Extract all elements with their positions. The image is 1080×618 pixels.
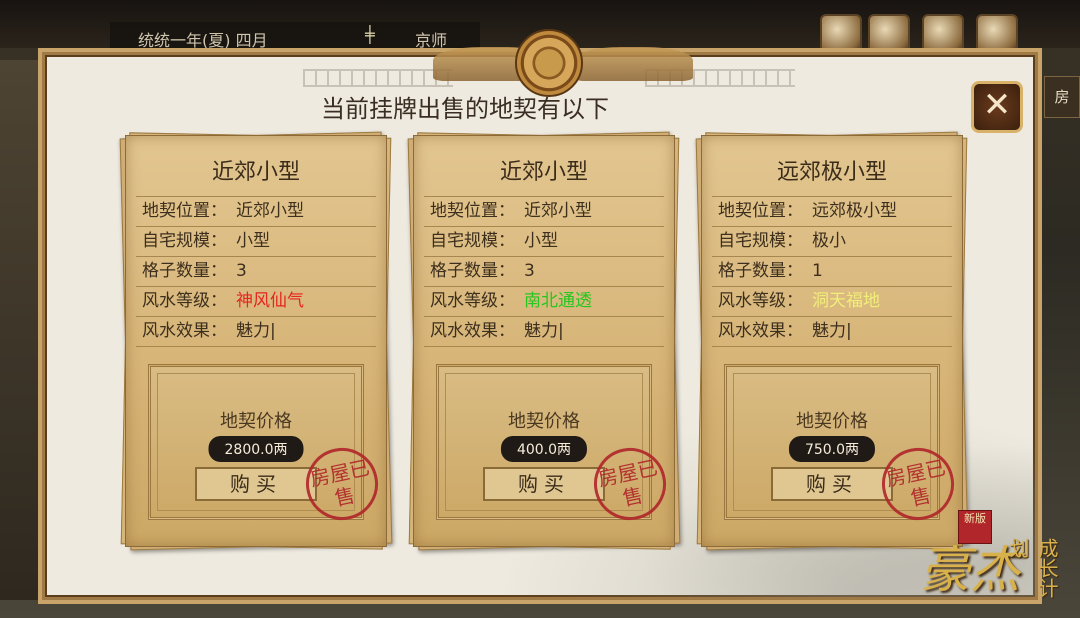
game-date: 统统一年(夏) 四月 [138, 31, 268, 50]
deed-info-table: 地契位置： 近郊小型 自宅规模： 小型 格子数量： 3 风水等级： 神风仙气 风水效果：… [136, 196, 376, 347]
land-deed-dialog: 当前挂牌出售的地契有以下 ✕ 近郊小型 地契位置： 近郊小型 自宅规模： 小型 格子… [42, 29, 1038, 600]
deed-sheet: 近郊小型 地契位置： 近郊小型 自宅规模： 小型 格子数量： 3 风水等级： 神风仙气 … [125, 135, 387, 547]
deed-row-effect: 风水效果： 魅力| [136, 316, 376, 347]
almanac-icon[interactable] [868, 14, 910, 56]
left-side-scenery [0, 60, 44, 600]
dialog-title: 当前挂牌出售的地契有以下 [321, 95, 609, 123]
price-label: 地契价格 [508, 411, 580, 432]
logo-sub-text: 成长计划 [1006, 538, 1059, 598]
game-logo: 新版 豪杰 成长计划 [900, 502, 1070, 612]
deed-info-table: 地契位置： 远郊极小型 自宅规模： 极小 格子数量： 1 风水等级： 洞天福地 风水效果… [712, 196, 952, 347]
deed-row-location: 地契位置： 近郊小型 [136, 196, 376, 226]
deed-title: 近郊小型 [499, 160, 588, 185]
price-value: 2800.0两 [208, 436, 304, 462]
price-label: 地契价格 [796, 411, 868, 432]
date-location-strip: 统统一年(夏) 四月 ╪ 京师 [110, 22, 480, 53]
emblem-icon [515, 29, 583, 97]
buy-button[interactable]: 购买 [483, 467, 605, 501]
location-label: 京师 [415, 31, 448, 50]
deed-info-table: 地契位置： 近郊小型 自宅规模： 小型 格子数量： 3 风水等级： 南北通透 风水效果：… [424, 196, 664, 347]
buy-button[interactable]: 购买 [771, 467, 893, 501]
fengshui-grade: 洞天福地 [812, 291, 880, 311]
deed-sheet: 近郊小型 地契位置： 近郊小型 自宅规模： 小型 格子数量： 3 风水等级： 南北通透 … [413, 135, 675, 547]
deed-row-slots: 格子数量： 1 [712, 256, 952, 286]
equipment-icon[interactable] [976, 14, 1018, 56]
deed-row-location: 地契位置： 近郊小型 [424, 196, 664, 226]
deed-row-scale: 自宅规模： 小型 [136, 226, 376, 256]
deed-card: 远郊极小型 地契位置： 远郊极小型 自宅规模： 极小 格子数量： 1 风水等级： 洞天福… [695, 131, 969, 551]
character-icon[interactable] [922, 14, 964, 56]
deed-row-fengshui: 风水等级： 洞天福地 [712, 286, 952, 316]
deed-card: 近郊小型 地契位置： 近郊小型 自宅规模： 小型 格子数量： 3 风水等级： 南北通透 … [407, 131, 681, 551]
deed-row-location: 地契位置： 远郊极小型 [712, 196, 952, 226]
deed-row-fengshui: 风水等级： 神风仙气 [136, 286, 376, 316]
deed-row-effect: 风水效果： 魅力| [424, 316, 664, 347]
fengshui-grade: 南北通透 [524, 291, 592, 311]
deed-title: 近郊小型 [211, 160, 300, 185]
deed-row-scale: 自宅规模： 极小 [712, 226, 952, 256]
deed-row-effect: 风水效果： 魅力| [712, 316, 952, 347]
price-value: 400.0两 [500, 436, 588, 462]
fengshui-grade: 神风仙气 [236, 291, 304, 311]
price-label: 地契价格 [220, 411, 292, 432]
buy-button[interactable]: 购买 [195, 467, 317, 501]
deed-row-scale: 自宅规模： 小型 [424, 226, 664, 256]
menu-diamond-icon[interactable] [820, 14, 862, 56]
side-tab-house[interactable]: 房 [1044, 76, 1080, 118]
deed-title: 远郊极小型 [776, 160, 887, 185]
deed-card: 近郊小型 地契位置： 近郊小型 自宅规模： 小型 格子数量： 3 风水等级： 神风仙气 … [119, 131, 393, 551]
price-value: 750.0两 [788, 436, 876, 462]
deed-row-slots: 格子数量： 3 [424, 256, 664, 286]
deed-row-slots: 格子数量： 3 [136, 256, 376, 286]
deed-row-fengshui: 风水等级： 南北通透 [424, 286, 664, 316]
dragon-wing-right [573, 47, 693, 81]
fret-pattern-left [303, 69, 453, 87]
deed-sheet: 远郊极小型 地契位置： 远郊极小型 自宅规模： 极小 格子数量： 1 风水等级： 洞天福… [701, 135, 963, 547]
divider-icon: ╪ [365, 25, 375, 44]
close-button[interactable]: ✕ [971, 81, 1023, 133]
